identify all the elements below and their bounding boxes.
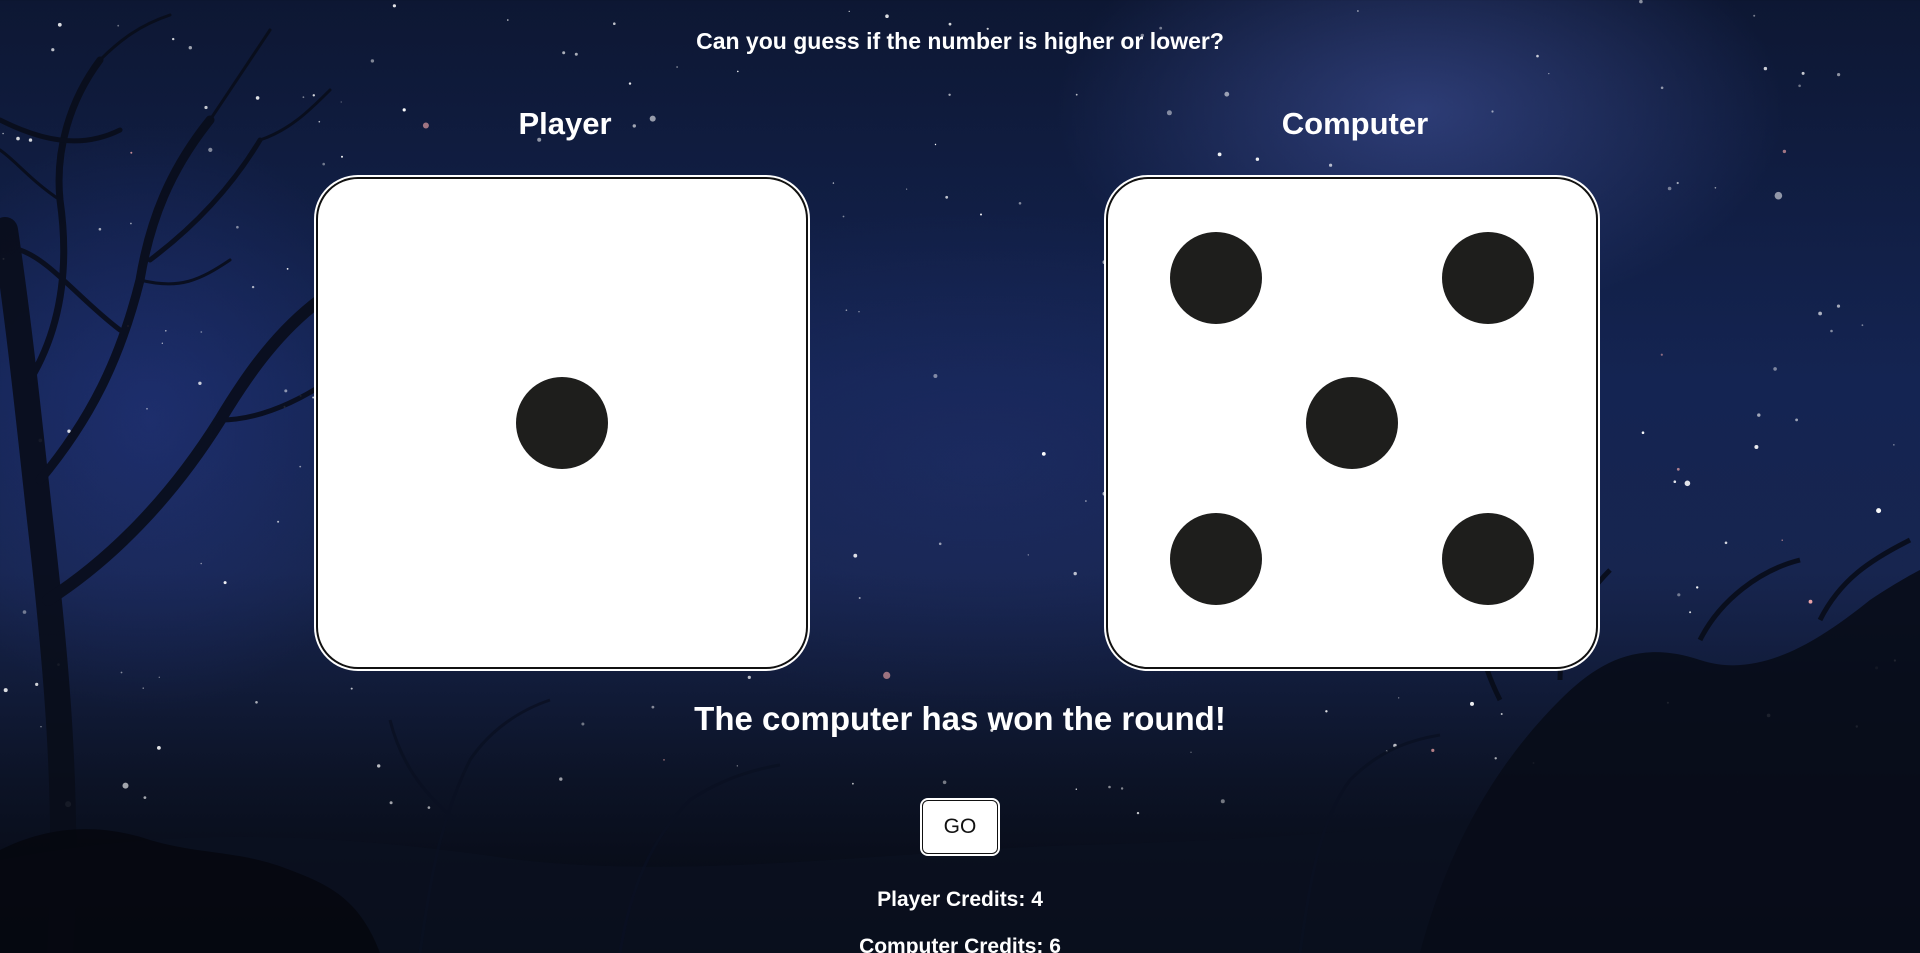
player-die — [318, 179, 806, 667]
player-label: Player — [518, 106, 612, 141]
computer-label: Computer — [1281, 106, 1429, 141]
die-pip — [1170, 231, 1263, 324]
die-pip — [1170, 512, 1263, 605]
die-pip — [516, 377, 608, 469]
die-pip — [1441, 231, 1534, 324]
go-button[interactable]: GO — [922, 800, 998, 854]
computer-die — [1108, 179, 1596, 667]
round-result-message: The computer has won the round! — [694, 700, 1226, 737]
computer-credits: Computer Credits: 6 — [859, 935, 1061, 953]
die-pip — [1441, 512, 1534, 605]
game-headline: Can you guess if the number is higher or… — [696, 28, 1224, 54]
die-pip — [1306, 377, 1398, 469]
player-credits: Player Credits: 4 — [877, 888, 1043, 911]
